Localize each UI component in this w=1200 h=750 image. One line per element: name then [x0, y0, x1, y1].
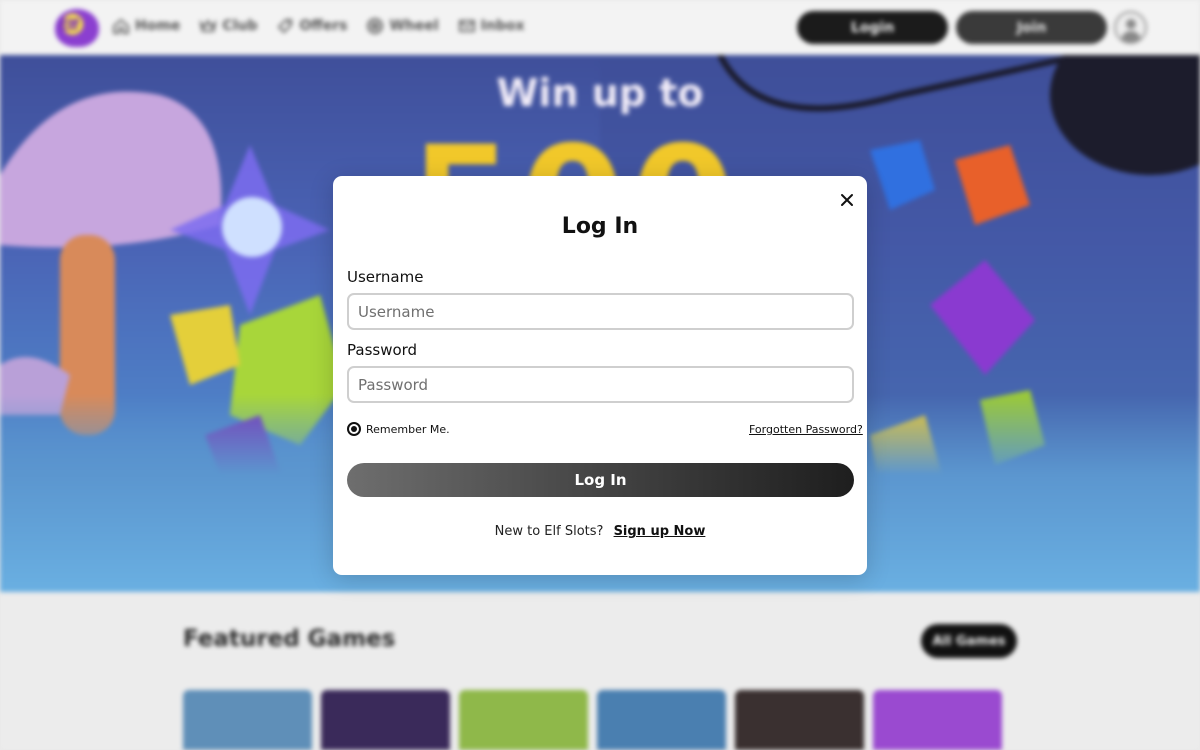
forgot-password-link[interactable]: Forgotten Password?: [749, 423, 863, 436]
crown-icon: [199, 19, 217, 32]
game-tile[interactable]: [459, 690, 588, 750]
game-tile[interactable]: [873, 690, 1002, 750]
wheel-icon: [367, 18, 384, 34]
mail-icon: [458, 20, 475, 32]
username-input[interactable]: [347, 293, 854, 330]
remember-me-toggle[interactable]: Remember Me.: [347, 422, 450, 436]
featured-games-title: Featured Games: [183, 626, 396, 652]
modal-title: Log In: [561, 214, 639, 239]
remember-me-radio[interactable]: [347, 422, 361, 436]
nav-item-offers[interactable]: Offers: [276, 17, 347, 35]
avatar-head: [1126, 19, 1136, 29]
nav-item-label: Club: [222, 18, 258, 34]
username-label: Username: [347, 268, 424, 286]
remember-me-label: Remember Me.: [366, 422, 450, 436]
nav-item-label: Offers: [299, 18, 348, 34]
new-user-text: New to Elf Slots?: [494, 524, 604, 539]
header-join-button[interactable]: Join: [956, 11, 1107, 44]
nav-item-label: Wheel: [389, 18, 439, 34]
signup-link[interactable]: Sign up Now: [614, 524, 706, 539]
password-input[interactable]: [347, 366, 854, 403]
elf-slots-logo[interactable]: Elf: [55, 9, 99, 47]
close-icon[interactable]: [838, 191, 856, 209]
radio-dot: [351, 426, 357, 432]
avatar-body: [1121, 31, 1141, 42]
featured-games-section: Featured Games All Games: [0, 592, 1200, 750]
login-submit-button[interactable]: Log In: [347, 463, 854, 497]
signup-prompt: New to Elf Slots? Sign up Now: [333, 524, 867, 539]
home-icon: [113, 18, 129, 34]
nav-item-inbox[interactable]: Inbox: [458, 17, 525, 35]
password-label: Password: [347, 341, 418, 359]
nav-item-club[interactable]: Club: [199, 17, 257, 35]
game-tile[interactable]: [597, 690, 726, 750]
all-games-button[interactable]: All Games: [921, 624, 1017, 658]
game-tile[interactable]: [735, 690, 864, 750]
top-navigation-bar: Elf Home Club Offers Wheel Inbox Login J…: [0, 0, 1200, 55]
login-modal: Log In Username Password Remember Me. Fo…: [333, 176, 867, 575]
nav-item-wheel[interactable]: Wheel: [366, 17, 439, 35]
tag-icon: [278, 19, 293, 34]
hero-headline: Win up to: [496, 71, 704, 115]
nav-item-home[interactable]: Home: [112, 17, 180, 35]
nav-item-label: Home: [135, 18, 181, 34]
nav-item-label: Inbox: [480, 18, 525, 34]
game-tile[interactable]: [183, 690, 312, 750]
main-nav: Home Club Offers Wheel Inbox: [112, 17, 544, 35]
logo-text: Elf: [59, 16, 79, 34]
game-tile[interactable]: [321, 690, 450, 750]
header-login-button[interactable]: Login: [797, 11, 948, 44]
user-avatar-icon[interactable]: [1114, 11, 1147, 44]
game-tiles-row: [183, 690, 1002, 750]
